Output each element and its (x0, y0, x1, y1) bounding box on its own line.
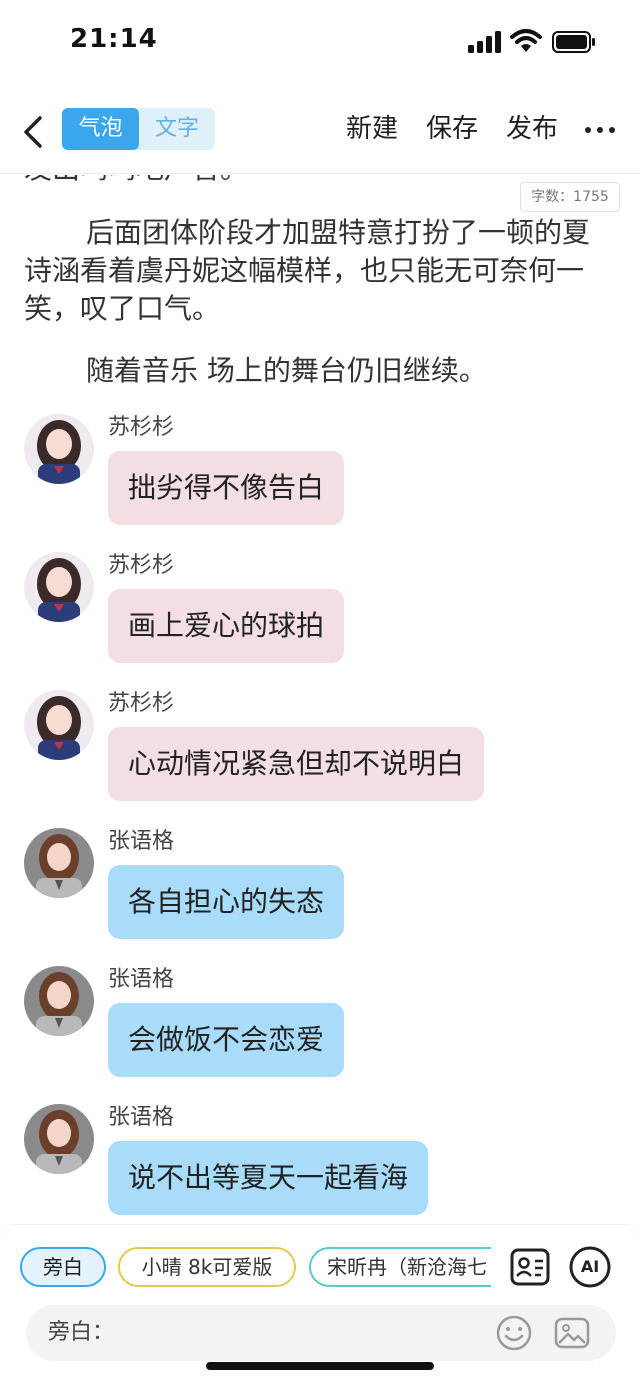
back-icon[interactable] (14, 106, 54, 154)
image-icon[interactable] (552, 1313, 592, 1353)
status-bar: 21:14 (0, 0, 640, 86)
message-input-bar: 旁白： (26, 1305, 616, 1361)
message-bubble[interactable]: 画上爱心的球拍 (108, 589, 345, 663)
more-icon[interactable] (582, 112, 618, 148)
avatar[interactable] (24, 966, 94, 1036)
status-time: 21:14 (70, 24, 158, 54)
chat-message[interactable]: 张语格 说不出等夏天一起看海 (0, 1104, 640, 1218)
role-chip-narration[interactable]: 旁白 (20, 1247, 106, 1287)
tab-bubble[interactable]: 气泡 (62, 108, 139, 150)
battery-icon (552, 31, 595, 53)
composer-panel: 旁白 小晴 8k可爱版 宋昕冉（新沧海七 AI 旁白： (0, 1224, 640, 1385)
message-bubble[interactable]: 各自担心的失态 (108, 865, 345, 939)
editor-header: 气泡 文字 新建 保存 发布 (0, 98, 640, 162)
wifi-icon (510, 29, 542, 52)
avatar[interactable] (24, 1104, 94, 1174)
input-role-label: 旁白： (48, 1320, 115, 1345)
publish-button[interactable]: 发布 (506, 110, 558, 148)
sender-name: 张语格 (108, 967, 175, 992)
avatar[interactable] (24, 828, 94, 898)
new-button[interactable]: 新建 (346, 110, 398, 148)
tab-text[interactable]: 文字 (139, 108, 215, 150)
message-input[interactable] (110, 1315, 490, 1351)
role-chip-character[interactable]: 宋昕冉（新沧海七 (309, 1247, 491, 1287)
message-bubble[interactable]: 心动情况紧急但却不说明白 (108, 727, 485, 801)
avatar[interactable] (24, 690, 94, 760)
home-indicator[interactable] (206, 1362, 434, 1370)
sender-name: 苏杉杉 (108, 553, 175, 578)
role-chip-character[interactable]: 小晴 8k可爱版 (118, 1247, 296, 1287)
avatar[interactable] (24, 414, 94, 484)
chat-message[interactable]: 苏杉杉 拙劣得不像告白 (0, 414, 640, 528)
avatar[interactable] (24, 552, 94, 622)
message-bubble[interactable]: 说不出等夏天一起看海 (108, 1141, 429, 1215)
chat-message[interactable]: 苏杉杉 画上爱心的球拍 (0, 552, 640, 666)
message-bubble[interactable]: 会做饭不会恋爱 (108, 1003, 345, 1077)
ai-icon[interactable]: AI (568, 1245, 612, 1289)
message-bubble[interactable]: 拙劣得不像告白 (108, 451, 345, 525)
sender-name: 苏杉杉 (108, 691, 175, 716)
emoji-icon[interactable] (494, 1313, 534, 1353)
narration-paragraph[interactable]: 随着音乐 场上的舞台仍旧继续。 (24, 352, 614, 390)
signal-icon (468, 31, 502, 53)
save-button[interactable]: 保存 (426, 110, 478, 148)
ai-label: AI (580, 1257, 600, 1276)
chat-message[interactable]: 苏杉杉 心动情况紧急但却不说明白 (0, 690, 640, 804)
character-card-icon[interactable] (508, 1245, 552, 1289)
chat-message[interactable]: 张语格 各自担心的失态 (0, 828, 640, 942)
mode-switch: 气泡 文字 (62, 108, 215, 150)
sender-name: 苏杉杉 (108, 415, 175, 440)
sender-name: 张语格 (108, 1105, 175, 1130)
narration-paragraph[interactable]: 后面团体阶段才加盟特意打扮了一顿的夏诗涵看着虞丹妮这幅模样，也只能无可奈何一笑，… (24, 214, 614, 328)
header-divider (0, 173, 640, 174)
sender-name: 张语格 (108, 829, 175, 854)
chat-message[interactable]: 张语格 会做饭不会恋爱 (0, 966, 640, 1080)
word-count-badge: 字数：1755 (520, 182, 620, 212)
